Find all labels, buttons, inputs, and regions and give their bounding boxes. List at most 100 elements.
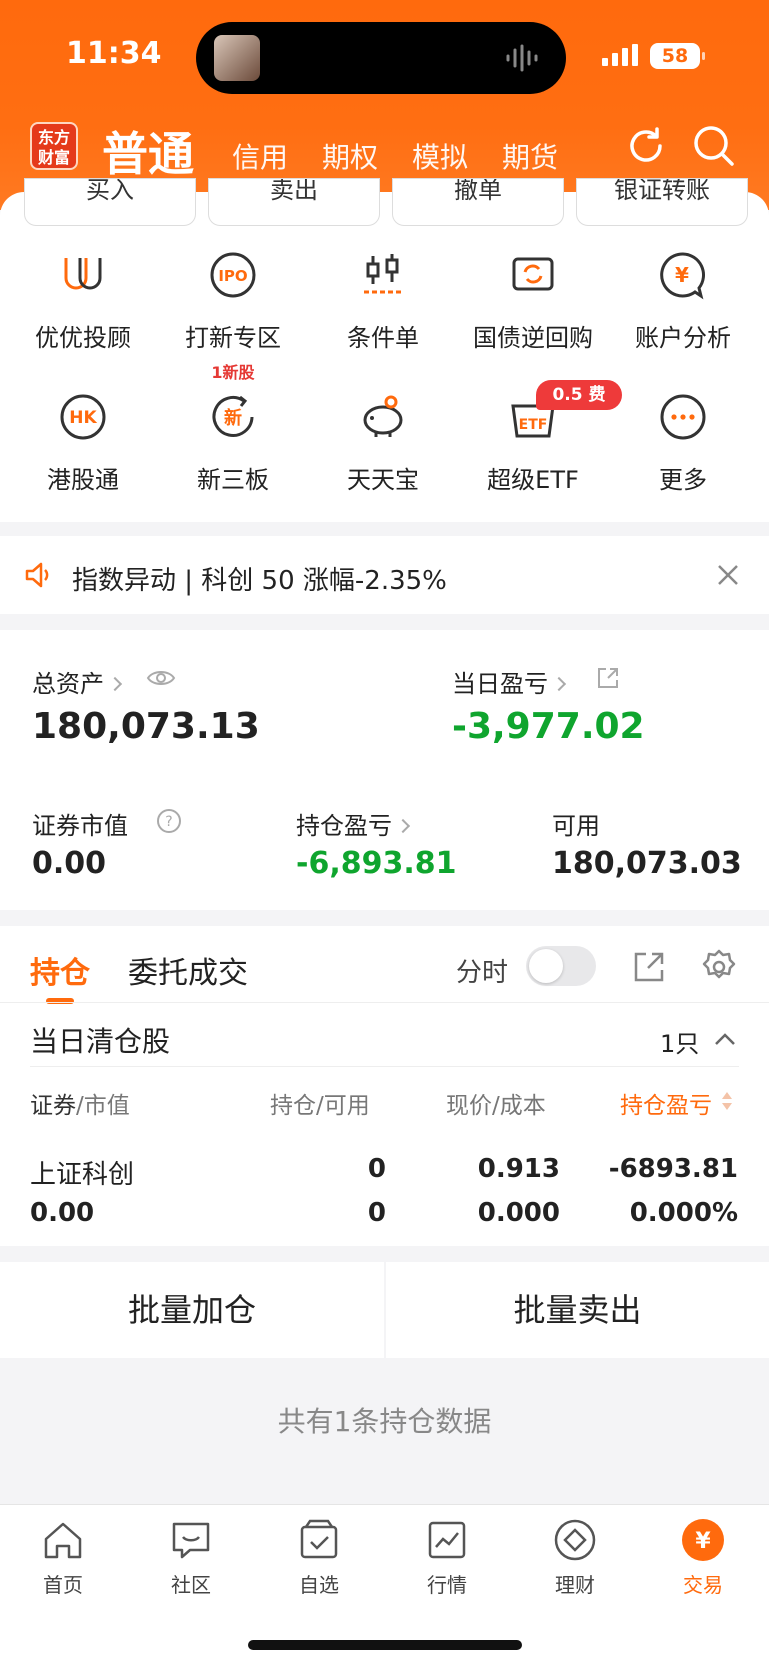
grid-uu-advisor[interactable]: 优优投顾	[8, 250, 158, 353]
svg-text:HK: HK	[69, 408, 97, 428]
refresh-icon[interactable]	[624, 124, 668, 168]
dynamic-island	[196, 22, 566, 94]
notice-text: 指数异动 | 科创 50 涨幅-2.35%	[72, 566, 447, 596]
grid-reverse-repo[interactable]: 国债逆回购	[458, 250, 608, 353]
close-icon[interactable]	[715, 562, 741, 588]
intraday-toggle[interactable]	[526, 946, 596, 986]
col-holding-pl[interactable]: 持仓盈亏	[620, 1086, 712, 1120]
app-logo: 东方财富	[30, 122, 78, 170]
cleared-count: 1只	[660, 1030, 700, 1058]
repo-icon	[512, 257, 554, 291]
tab-simulation[interactable]: 模拟	[412, 136, 468, 176]
nav-market[interactable]: 行情	[392, 1517, 502, 1598]
piggy-icon	[363, 395, 403, 437]
settings-icon[interactable]	[700, 948, 738, 986]
daily-pl-value: -3,977.02	[452, 706, 645, 747]
grid-new-third-board[interactable]: 新 新三板	[158, 392, 308, 495]
svg-text:¥: ¥	[695, 1529, 711, 1554]
nav-watchlist[interactable]: 自选	[264, 1517, 374, 1598]
sell-button[interactable]: 卖出	[208, 178, 380, 226]
batch-sell-button[interactable]: 批量卖出	[386, 1262, 769, 1358]
home-icon	[44, 1522, 82, 1559]
tab-credit[interactable]: 信用	[232, 136, 288, 176]
grid-conditional-order[interactable]: 条件单	[308, 250, 458, 353]
sort-icon[interactable]	[720, 1090, 734, 1112]
svg-text:新: 新	[224, 407, 242, 429]
yen-chat-icon: ¥	[660, 252, 706, 300]
grid-ipo-zone[interactable]: IPO 打新专区 1新股	[158, 250, 308, 383]
candle-icon	[364, 254, 402, 294]
search-icon[interactable]	[692, 124, 736, 168]
chat-icon	[172, 1522, 210, 1559]
share-icon[interactable]	[596, 666, 620, 690]
svg-text:IPO: IPO	[218, 267, 247, 285]
holding-pl-value: -6,893.81	[296, 846, 457, 881]
grid-tiantianbao[interactable]: 天天宝	[308, 392, 458, 495]
tab-normal[interactable]: 普通	[102, 118, 194, 184]
holdings-summary: 共有1条持仓数据	[277, 1405, 492, 1438]
notice-bar[interactable]: 指数异动 | 科创 50 涨幅-2.35%	[0, 536, 769, 614]
available-label: 可用	[552, 812, 600, 840]
chart-icon	[428, 1521, 466, 1559]
help-icon[interactable]: ?	[156, 808, 182, 834]
intraday-label: 分时	[456, 958, 509, 988]
cancel-order-button[interactable]: 撤单	[392, 178, 564, 226]
available-value: 180,073.03	[552, 846, 742, 881]
col-price[interactable]: 现价/成本	[446, 1086, 546, 1120]
holdings-panel: 持仓 委托成交 分时 当日清仓股 1只 证券/市值 持仓/可用 现价/成本 持仓…	[0, 926, 769, 1246]
new-stock-count: 1新股	[211, 363, 255, 382]
svg-text:?: ?	[165, 814, 172, 830]
market-value-label: 证券市值	[32, 812, 128, 840]
market-value: 0.00	[32, 846, 107, 881]
buy-button[interactable]: 买入	[24, 178, 196, 226]
hk-icon: HK	[60, 394, 106, 440]
batch-add-button[interactable]: 批量加仓	[0, 1262, 384, 1358]
tab-options[interactable]: 期权	[322, 136, 378, 176]
speaker-icon	[25, 562, 49, 588]
divider	[0, 1002, 769, 1003]
svg-text:¥: ¥	[675, 263, 689, 287]
pl-cell: -6893.81	[608, 1154, 738, 1184]
security-name: 上证科创	[30, 1160, 135, 1190]
grid-hk-connect[interactable]: HK 港股通	[8, 392, 158, 495]
tab-orders[interactable]: 委托成交	[128, 948, 248, 992]
col-security[interactable]: 证券/市值	[30, 1086, 130, 1120]
status-time: 11:34	[66, 36, 162, 71]
bank-transfer-button[interactable]: 银证转账	[576, 178, 748, 226]
island-avatar	[214, 35, 260, 81]
nav-trade[interactable]: ¥ 交易	[648, 1517, 758, 1598]
eye-icon[interactable]	[146, 666, 176, 690]
watchlist-icon	[300, 1519, 338, 1559]
audio-wave-icon	[506, 44, 538, 72]
tab-futures[interactable]: 期货	[502, 136, 558, 176]
nav-wealth[interactable]: 理财	[520, 1517, 630, 1598]
total-assets-value: 180,073.13	[32, 706, 260, 747]
section-title: 当日清仓股	[30, 1025, 171, 1058]
asset-card: 总资产 180,073.13 当日盈亏 -3,977.02 证券市值 ? 0.0…	[0, 630, 769, 910]
price-cell: 0.913	[477, 1154, 560, 1184]
tab-positions[interactable]: 持仓	[30, 948, 90, 992]
grid-account-analysis[interactable]: ¥ 账户分析	[608, 250, 758, 353]
svg-text:ETF: ETF	[519, 417, 548, 433]
yen-icon: ¥	[682, 1519, 724, 1561]
tab-underline	[46, 998, 74, 1004]
chevron-up-icon[interactable]	[714, 1032, 736, 1046]
battery-indicator: 58	[650, 43, 705, 69]
uu-icon	[64, 258, 102, 290]
more-icon	[660, 394, 706, 440]
pl-percent-cell: 0.000%	[629, 1198, 738, 1228]
nav-community[interactable]: 社区	[136, 1517, 246, 1598]
signal-icon	[602, 44, 638, 66]
divider	[30, 1066, 739, 1067]
cost-cell: 0.000	[477, 1198, 560, 1228]
market-value-cell: 0.00	[30, 1198, 95, 1228]
col-position[interactable]: 持仓/可用	[270, 1086, 370, 1120]
diamond-icon	[554, 1519, 596, 1561]
available-cell: 0	[367, 1198, 386, 1228]
export-icon[interactable]	[632, 950, 666, 984]
daily-pl-label[interactable]: 当日盈亏	[452, 664, 567, 699]
nav-home[interactable]: 首页	[8, 1517, 118, 1598]
holding-pl-label[interactable]: 持仓盈亏	[296, 806, 411, 841]
total-assets-label[interactable]: 总资产	[32, 664, 123, 699]
grid-more[interactable]: 更多	[608, 392, 758, 495]
